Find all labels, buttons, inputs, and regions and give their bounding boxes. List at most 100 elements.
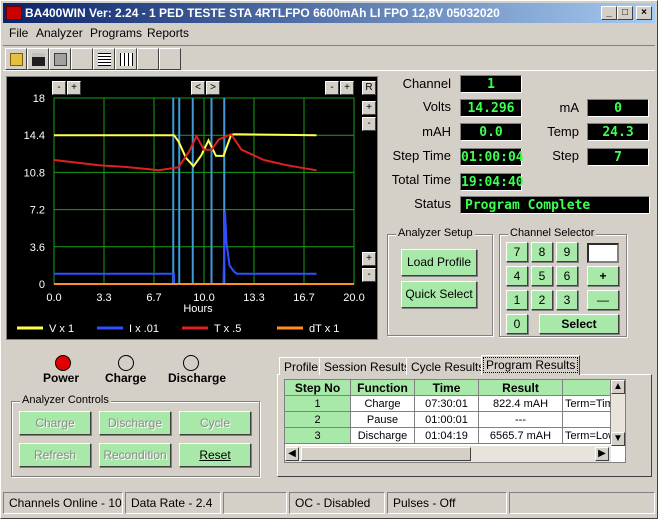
key-2[interactable]: 2: [531, 290, 553, 310]
key-1[interactable]: 1: [506, 290, 528, 310]
table-cell: 01:00:01: [415, 412, 479, 428]
col-header-result: Result: [479, 380, 563, 396]
scroll-right-icon[interactable]: ▶: [595, 447, 609, 461]
charge-button[interactable]: Charge: [19, 411, 91, 435]
tab-profile[interactable]: Profile: [279, 357, 324, 375]
minimize-button[interactable]: _: [601, 6, 617, 20]
table-cell: Discharge: [351, 428, 415, 444]
step-value: 7: [587, 148, 649, 166]
save-button[interactable]: [27, 48, 49, 70]
y-zoom-out-button[interactable]: -: [52, 81, 66, 95]
tab-cycle-results[interactable]: Cycle Results: [406, 357, 490, 375]
close-button[interactable]: ×: [636, 6, 652, 20]
table-cell: 2: [285, 412, 351, 428]
y-lower-minus-button[interactable]: -: [362, 268, 376, 282]
key-0[interactable]: 0: [506, 314, 528, 334]
col-header-step: Step No: [285, 380, 351, 396]
volts-label: Volts: [422, 99, 451, 114]
table-cell: ---: [479, 412, 563, 428]
key-6[interactable]: 6: [556, 266, 578, 286]
key-4[interactable]: 4: [506, 266, 528, 286]
volts-value: 14.296: [460, 99, 522, 117]
temp-value: 24.3: [587, 123, 649, 141]
key-minus[interactable]: —: [587, 290, 619, 310]
status-oc: OC - Disabled: [289, 492, 385, 514]
scroll-up-icon[interactable]: ▲: [611, 380, 625, 394]
toolbar-spacer: [137, 48, 159, 70]
temp-label: Temp: [547, 124, 579, 139]
table-cell: 3: [285, 428, 351, 444]
scroll-thumb[interactable]: [301, 447, 471, 461]
tab-session-results[interactable]: Session Results: [319, 357, 416, 375]
y-upper-minus-button[interactable]: -: [362, 117, 376, 131]
open-button[interactable]: [5, 48, 27, 70]
legend-label: T x .5: [214, 323, 241, 335]
menu-programs[interactable]: Programs: [90, 26, 142, 40]
vertical-scrollbar[interactable]: ▲ ▼: [611, 380, 625, 446]
y-tick-label: 10.8: [24, 167, 45, 179]
key-5[interactable]: 5: [531, 266, 553, 286]
y-lower-plus-button[interactable]: +: [362, 252, 376, 266]
power-led: [55, 355, 71, 371]
print-icon: [54, 53, 67, 66]
table-cell: 07:30:01: [415, 396, 479, 412]
status-value: Program Complete: [460, 196, 650, 214]
key-8[interactable]: 8: [531, 242, 553, 262]
list-view-button[interactable]: [115, 48, 137, 70]
step-time-label: Step Time: [392, 148, 451, 163]
table-cell: 01:04:19: [415, 428, 479, 444]
total-time-label: Total Time: [391, 172, 451, 187]
x-tick-label: 13.3: [243, 292, 264, 304]
ma-label: mA: [559, 100, 580, 115]
print-button[interactable]: [49, 48, 71, 70]
menu-analyzer[interactable]: Analyzer: [36, 26, 83, 40]
total-time-value: 19:04:40: [460, 173, 524, 191]
load-profile-button[interactable]: Load Profile: [401, 249, 477, 276]
grid-view-button[interactable]: [93, 48, 115, 70]
x-axis-label: Hours: [183, 303, 213, 315]
key-plus[interactable]: +: [587, 266, 619, 286]
table-cell: [563, 412, 611, 428]
table-cell: Charge: [351, 396, 415, 412]
discharge-button[interactable]: Discharge: [99, 411, 171, 435]
scroll-down-icon[interactable]: ▼: [611, 432, 625, 446]
recondition-button[interactable]: Recondition: [99, 443, 171, 467]
tab-program-results[interactable]: Program Results: [481, 355, 581, 375]
key-9[interactable]: 9: [556, 242, 578, 262]
refresh-button[interactable]: Refresh: [19, 443, 91, 467]
key-7[interactable]: 7: [506, 242, 528, 262]
legend-label: dT x 1: [309, 323, 339, 335]
results-table: Step No Function Time Result 1 Charge 07…: [284, 379, 626, 463]
scroll-left-button[interactable]: <: [191, 81, 205, 95]
channel-input[interactable]: [587, 243, 619, 263]
menu-reports[interactable]: Reports: [147, 26, 189, 40]
scroll-right-button[interactable]: >: [206, 81, 220, 95]
quick-select-button[interactable]: Quick Select: [401, 281, 477, 308]
y-tick-label: 0: [39, 279, 45, 291]
x-tick-label: 16.7: [293, 292, 314, 304]
key-3[interactable]: 3: [556, 290, 578, 310]
mah-value: 0.0: [460, 123, 522, 141]
reset-button[interactable]: Reset: [179, 443, 251, 467]
x-zoom-in-button[interactable]: +: [340, 81, 354, 95]
cycle-button[interactable]: Cycle: [179, 411, 251, 435]
step-label: Step: [552, 148, 579, 163]
analyzer-controls-title: Analyzer Controls: [20, 394, 111, 406]
menu-file[interactable]: File: [9, 26, 28, 40]
main-window: BA400WIN Ver: 2.24 - 1 PED TESTE STA 4RT…: [0, 0, 658, 519]
table-cell: 1: [285, 396, 351, 412]
col-header-function: Function: [351, 380, 415, 396]
channel-value: 1: [460, 75, 522, 93]
reset-zoom-button[interactable]: R: [362, 81, 376, 95]
status-pulses: Pulses - Off: [387, 492, 507, 514]
scroll-left-icon[interactable]: ◀: [285, 447, 299, 461]
horizontal-scrollbar[interactable]: ◀ ▶: [285, 446, 611, 462]
table-cell: Term=Low: [563, 428, 611, 444]
maximize-button[interactable]: □: [617, 6, 633, 20]
select-button[interactable]: Select: [539, 314, 619, 334]
legend-label: I x .01: [129, 323, 159, 335]
status-label: Status: [414, 196, 451, 211]
y-upper-plus-button[interactable]: +: [362, 101, 376, 115]
y-zoom-in-button[interactable]: +: [67, 81, 81, 95]
x-zoom-out-button[interactable]: -: [325, 81, 339, 95]
